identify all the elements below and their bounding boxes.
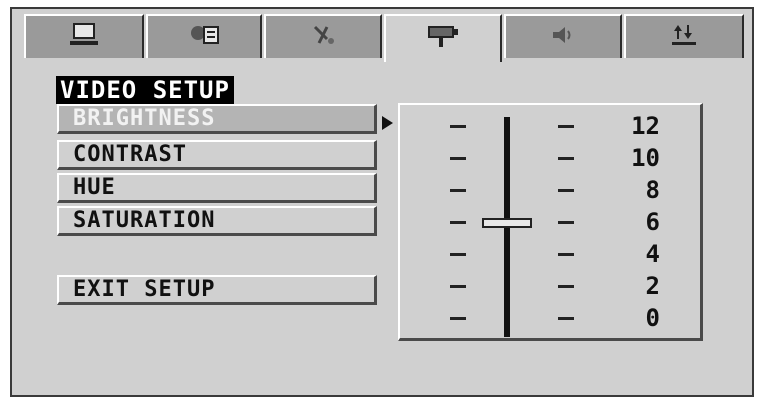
- brightness-scale[interactable]: 12 10 8 6 4 2 0: [398, 103, 703, 341]
- audio-icon: [305, 21, 341, 53]
- menu-item-brightness[interactable]: BRIGHTNESS: [57, 104, 377, 134]
- scale-mark: 0: [645, 304, 660, 332]
- scale-row: 4: [400, 238, 700, 270]
- scale-mark: 10: [631, 144, 660, 172]
- preferences-icon: [666, 21, 702, 53]
- slider-knob[interactable]: [482, 218, 532, 228]
- menu-item-contrast[interactable]: CONTRAST: [57, 140, 377, 170]
- scale-mark: 6: [645, 208, 660, 236]
- setup-tabs: [24, 14, 744, 62]
- video-camera-icon: [425, 23, 461, 55]
- tab-speaker[interactable]: [504, 14, 622, 58]
- selection-arrow-icon: [382, 116, 393, 130]
- scale-row: 0: [400, 302, 700, 334]
- scale-row: 2: [400, 270, 700, 302]
- scale-row: 12: [400, 110, 700, 142]
- scale-row: 8: [400, 174, 700, 206]
- scale-row: 6: [400, 206, 700, 238]
- tab-preferences[interactable]: [624, 14, 744, 58]
- scale-row: 10: [400, 142, 700, 174]
- scale-mark: 4: [645, 240, 660, 268]
- menu-item-saturation[interactable]: SATURATION: [57, 206, 377, 236]
- language-icon: [186, 21, 222, 53]
- tab-general[interactable]: [24, 14, 144, 58]
- monitor-icon: [66, 21, 102, 53]
- exit-setup-button[interactable]: EXIT SETUP: [57, 275, 377, 305]
- tab-language[interactable]: [146, 14, 262, 58]
- scale-mark: 12: [631, 112, 660, 140]
- scale-mark: 2: [645, 272, 660, 300]
- tab-video[interactable]: [384, 14, 502, 62]
- scale-mark: 8: [645, 176, 660, 204]
- speaker-icon: [545, 21, 581, 53]
- menu-item-hue[interactable]: HUE: [57, 173, 377, 203]
- tab-audio[interactable]: [264, 14, 382, 58]
- page-title: VIDEO SETUP: [56, 76, 234, 104]
